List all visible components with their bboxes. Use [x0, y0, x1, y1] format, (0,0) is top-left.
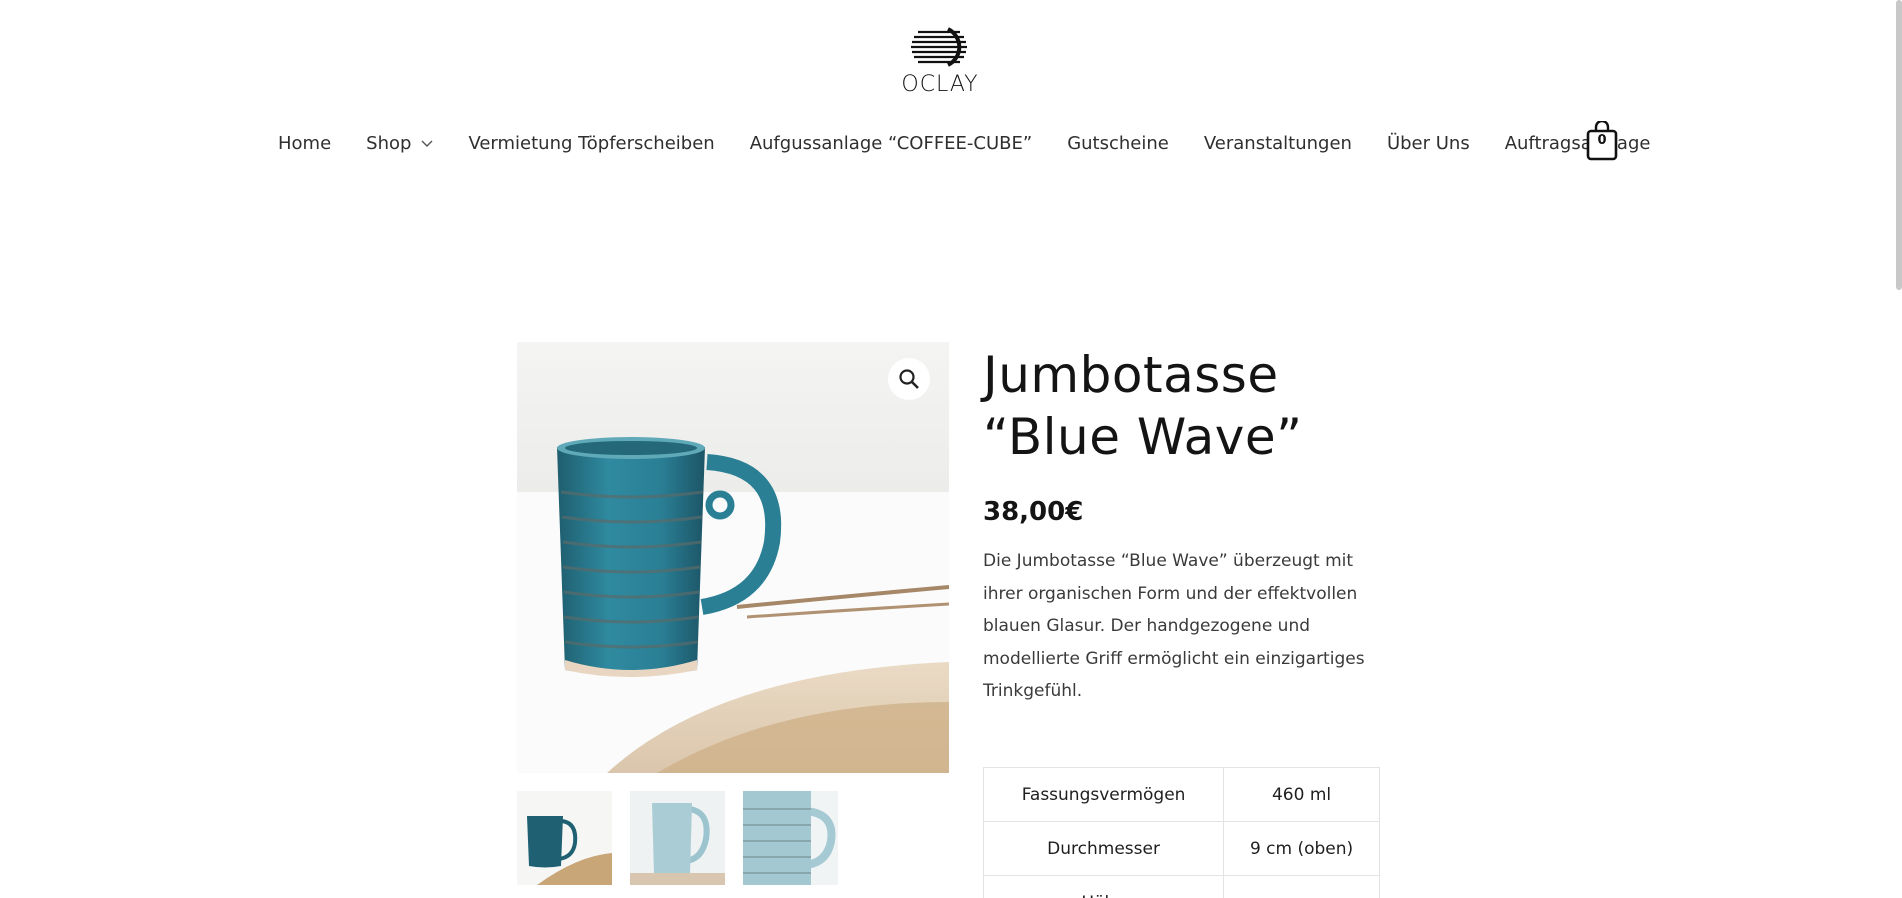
product-price: 38,00€: [983, 497, 1084, 527]
main-navigation: Home Shop Vermietung Töpferscheiben Aufg…: [278, 128, 1685, 158]
chevron-down-icon: [421, 140, 433, 147]
thumbnail-1[interactable]: [517, 791, 612, 885]
thumbnail-image: [630, 791, 725, 885]
nav-item-home[interactable]: Home: [278, 133, 331, 154]
site-logo[interactable]: OCLAY: [880, 26, 1000, 106]
spec-value: 9 cm (oben): [1223, 821, 1380, 876]
nav-item-aufgussanlage[interactable]: Aufgussanlage “COFFEE-CUBE”: [750, 133, 1033, 154]
product-title-line2: “Blue Wave”: [983, 408, 1303, 466]
logo-text: OCLAY: [901, 72, 979, 97]
nav-item-ueber-uns[interactable]: Über Uns: [1387, 133, 1470, 154]
table-row: Fassungsvermögen 460 ml: [982, 767, 1380, 822]
table-row: Höhe: [982, 875, 1380, 898]
product-description: Die Jumbotasse “Blue Wave” überzeugt mit…: [983, 551, 1365, 701]
nav-item-auftragsanfrage[interactable]: Auftragsanfrage: [1505, 133, 1651, 154]
nav-item-gutscheine[interactable]: Gutscheine: [1067, 133, 1169, 154]
thumbnail-image: [743, 791, 838, 885]
table-row: Durchmesser 9 cm (oben): [982, 821, 1380, 876]
cart-button[interactable]: 0: [1586, 119, 1618, 161]
thumbnail-2[interactable]: [630, 791, 725, 885]
nav-item-label: Gutscheine: [1067, 132, 1169, 154]
nav-item-label: Auftragsanfrage: [1504, 132, 1651, 154]
cart-count-badge: 0: [1597, 133, 1607, 148]
product-summary: Jumbotasse “Blue Wave”: [983, 344, 1383, 468]
logo-mark-icon: [911, 27, 967, 67]
nav-item-vermietung[interactable]: Vermietung Töpferscheiben: [468, 133, 714, 154]
nav-item-shop[interactable]: Shop: [366, 133, 433, 154]
spec-key: Durchmesser: [982, 821, 1225, 876]
spec-value: 460 ml: [1223, 767, 1380, 822]
nav-item-label: Veranstaltungen: [1203, 132, 1352, 154]
nav-item-veranstaltungen[interactable]: Veranstaltungen: [1204, 133, 1352, 154]
thumbnail-strip: [517, 791, 856, 885]
nav-item-label: Über Uns: [1386, 132, 1470, 154]
product-main-image[interactable]: [517, 342, 949, 773]
product-title: Jumbotasse “Blue Wave”: [983, 344, 1383, 468]
thumbnail-3[interactable]: [743, 791, 838, 885]
magnifier-icon: [899, 369, 919, 389]
nav-item-label: Vermietung Töpferscheiben: [468, 132, 715, 154]
product-page: OCLAY Home Shop Vermietung Töpferscheibe…: [0, 0, 1902, 898]
zoom-button[interactable]: [888, 358, 930, 400]
nav-item-label: Home: [278, 132, 332, 154]
product-title-line1: Jumbotasse: [983, 346, 1279, 404]
nav-item-label: Aufgussanlage “COFFEE-CUBE”: [749, 132, 1033, 154]
spec-value: [1223, 875, 1380, 898]
spec-key: Höhe: [982, 875, 1225, 898]
thumbnail-image: [517, 791, 612, 885]
product-specs-table: Fassungsvermögen 460 ml Durchmesser 9 cm…: [982, 767, 1380, 898]
nav-item-label: Shop: [366, 132, 412, 154]
spec-key: Fassungsvermögen: [982, 767, 1225, 822]
mug-photo: [517, 342, 949, 773]
page-scrollbar[interactable]: [1896, 0, 1902, 290]
